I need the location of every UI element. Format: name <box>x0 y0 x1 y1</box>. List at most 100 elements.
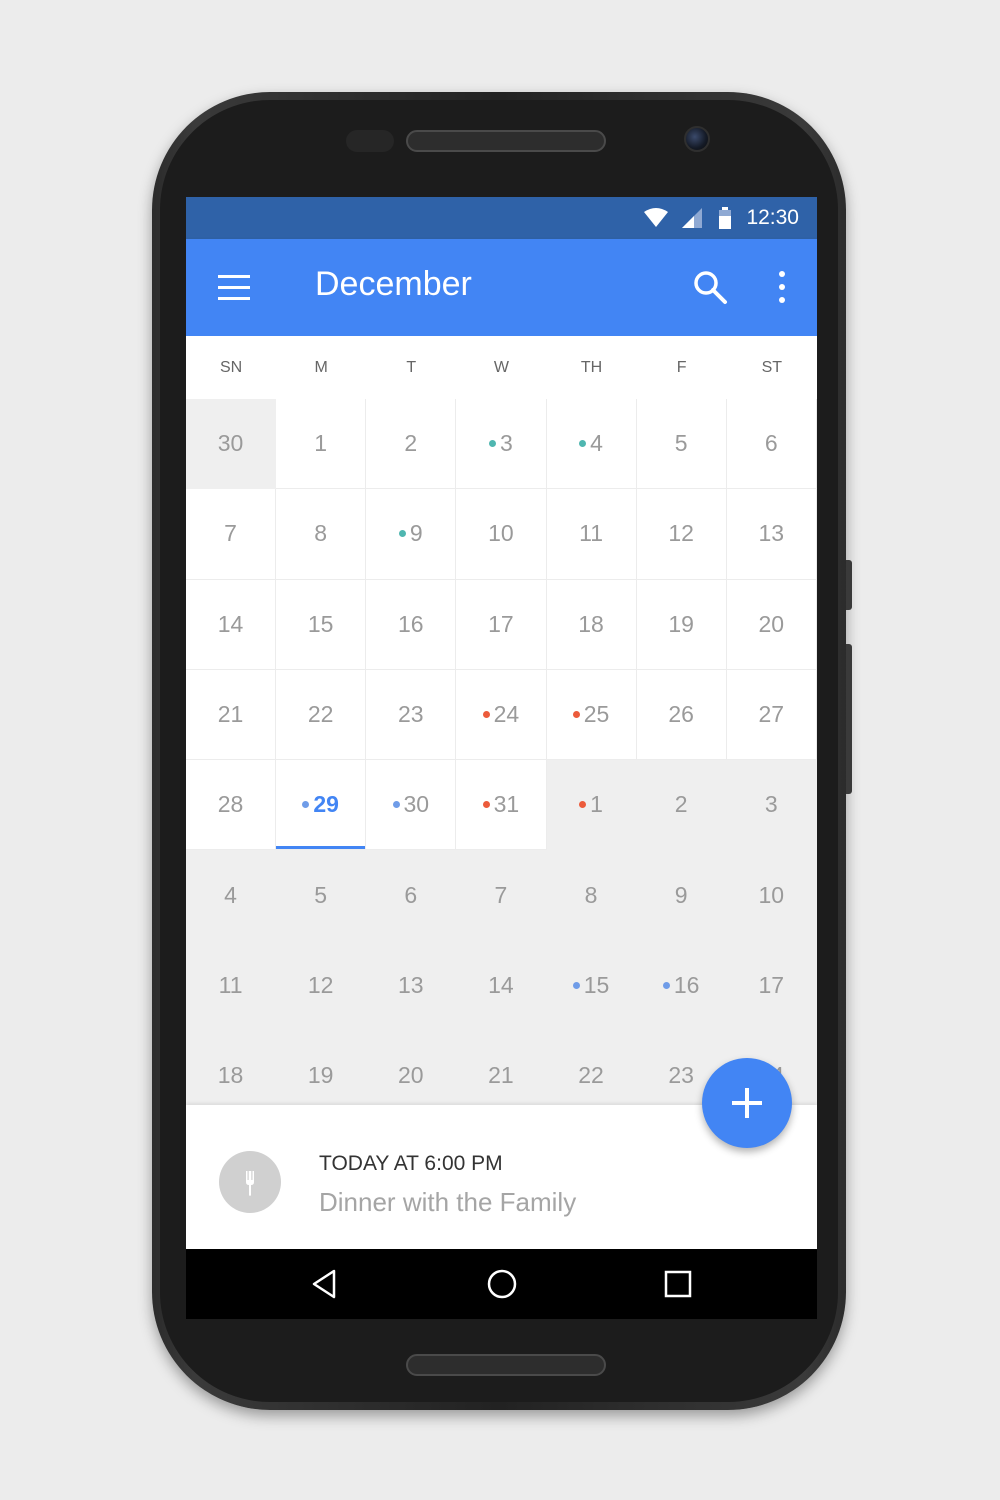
calendar-day[interactable]: 23 <box>366 669 457 761</box>
event-title: Dinner with the Family <box>319 1187 577 1217</box>
earpiece-speaker <box>406 130 606 152</box>
day-number: 26 <box>668 701 694 728</box>
calendar-day[interactable]: 3 <box>456 399 547 490</box>
day-number: 8 <box>314 520 328 547</box>
calendar-day[interactable]: 16 <box>366 579 457 670</box>
calendar-day[interactable]: 15 <box>546 940 637 1032</box>
calendar-day[interactable]: 16 <box>636 940 727 1032</box>
event-dot-icon <box>489 440 497 448</box>
calendar-day[interactable]: 5 <box>276 850 367 941</box>
calendar-day[interactable]: 10 <box>456 489 547 580</box>
add-event-button[interactable] <box>702 1058 792 1148</box>
day-number: 10 <box>488 520 514 547</box>
menu-button[interactable] <box>218 275 252 301</box>
day-number: 30 <box>403 791 430 818</box>
day-number: 17 <box>488 610 514 637</box>
battery-icon <box>719 207 732 229</box>
calendar-day[interactable]: 17 <box>456 579 547 670</box>
calendar-day[interactable]: 14 <box>456 940 547 1032</box>
calendar-day[interactable]: 12 <box>276 940 367 1032</box>
calendar-day[interactable]: 19 <box>636 579 727 670</box>
day-number: 20 <box>758 610 785 637</box>
front-camera <box>684 126 710 152</box>
calendar-day[interactable]: 15 <box>276 579 367 670</box>
weekday-header: SN M T W TH F ST <box>186 336 817 399</box>
calendar-day[interactable]: 1 <box>276 399 367 490</box>
day-number: 29 <box>313 791 339 818</box>
day-number: 7 <box>494 881 508 908</box>
calendar-day[interactable]: 9 <box>366 489 457 580</box>
day-number: 22 <box>307 701 334 728</box>
calendar-day[interactable]: 14 <box>186 579 277 670</box>
calendar-day-today[interactable]: 29 <box>276 760 367 851</box>
day-number: 25 <box>583 701 610 728</box>
weekday-label: TH <box>580 359 603 376</box>
calendar-day[interactable]: 25 <box>546 669 637 761</box>
calendar-day[interactable]: 3 <box>726 760 817 851</box>
calendar-day[interactable]: 7 <box>456 850 547 941</box>
calendar-day[interactable]: 27 <box>726 669 817 761</box>
day-number: 19 <box>668 610 694 637</box>
screen: 12:30 December SN M T W TH F ST 30 1 2 3 4 5 6 7 8 9 10 1… <box>186 197 817 1319</box>
calendar-week-row: 11 12 13 14 15 16 17 <box>186 940 817 1032</box>
calendar-day[interactable]: 30 <box>366 760 457 851</box>
menu-icon <box>218 275 250 278</box>
home-icon[interactable] <box>482 1266 522 1302</box>
calendar-day[interactable]: 1 <box>546 760 637 851</box>
day-number: 17 <box>758 971 785 998</box>
calendar-day[interactable]: 4 <box>186 850 277 941</box>
calendar-day[interactable]: 13 <box>366 940 457 1032</box>
day-number: 1 <box>314 430 328 457</box>
day-number: 16 <box>398 610 424 637</box>
calendar-day[interactable]: 2 <box>636 760 727 851</box>
back-icon[interactable] <box>306 1266 346 1302</box>
calendar-day[interactable]: 30 <box>186 399 277 490</box>
calendar-day[interactable]: 28 <box>186 760 277 851</box>
day-number: 23 <box>668 1062 694 1089</box>
calendar-day[interactable]: 8 <box>276 489 367 580</box>
calendar-day[interactable]: 12 <box>636 489 727 580</box>
calendar-day[interactable]: 17 <box>726 940 817 1032</box>
calendar-day[interactable]: 21 <box>186 669 277 761</box>
day-number: 28 <box>217 791 244 818</box>
event-time: TODAY AT 6:00 PM <box>319 1152 503 1175</box>
day-number: 6 <box>404 881 418 908</box>
more-options-button[interactable] <box>772 269 792 305</box>
calendar-day[interactable]: 26 <box>636 669 727 761</box>
calendar-day[interactable]: 13 <box>726 489 817 580</box>
day-number: 15 <box>307 610 334 637</box>
weekday-label: M <box>314 359 328 376</box>
calendar-day[interactable]: 6 <box>726 399 817 490</box>
calendar-week-row: 4 5 6 7 8 9 10 <box>186 850 817 941</box>
day-number: 18 <box>217 1062 244 1089</box>
day-number: 5 <box>674 430 688 457</box>
calendar-day[interactable]: 8 <box>546 850 637 941</box>
weekday-label: ST <box>761 359 783 376</box>
proximity-sensor <box>346 130 394 152</box>
search-icon[interactable] <box>692 269 728 305</box>
recents-icon[interactable] <box>658 1266 698 1302</box>
calendar-day[interactable]: 6 <box>366 850 457 941</box>
calendar-day[interactable]: 5 <box>636 399 727 490</box>
calendar-day[interactable]: 7 <box>186 489 277 580</box>
day-number: 14 <box>217 610 244 637</box>
day-number: 31 <box>493 791 520 818</box>
calendar-day[interactable]: 20 <box>726 579 817 670</box>
day-number: 4 <box>590 430 603 457</box>
calendar-day[interactable]: 9 <box>636 850 727 941</box>
calendar-day[interactable]: 24 <box>456 669 547 761</box>
day-number: 4 <box>224 881 237 908</box>
day-number: 8 <box>584 881 598 908</box>
calendar-day[interactable]: 18 <box>546 579 637 670</box>
calendar-day[interactable]: 4 <box>546 399 637 490</box>
day-number: 30 <box>217 430 244 457</box>
calendar-day[interactable]: 10 <box>726 850 817 941</box>
calendar-day[interactable]: 11 <box>546 489 637 580</box>
event-dot-icon <box>579 801 587 809</box>
calendar-day[interactable]: 2 <box>366 399 457 490</box>
signal-icon <box>682 208 703 228</box>
calendar-week-row: 21 22 23 24 25 26 27 <box>186 669 817 761</box>
calendar-day[interactable]: 11 <box>186 940 277 1032</box>
calendar-day[interactable]: 22 <box>276 669 367 761</box>
calendar-day[interactable]: 31 <box>456 760 547 851</box>
